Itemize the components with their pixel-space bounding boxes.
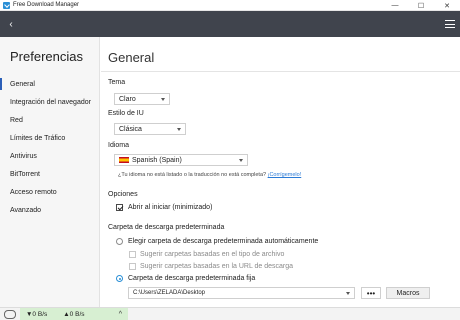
spain-flag-icon (119, 157, 129, 163)
language-label: Idioma (108, 142, 130, 149)
auto-folder-radio[interactable] (116, 238, 123, 245)
close-button[interactable]: ✕ (434, 0, 460, 11)
download-path-value: C:\Users\ZELADA\Desktop (133, 290, 206, 296)
fixed-folder-radio[interactable] (116, 275, 123, 282)
page-title: General (108, 50, 155, 65)
chevron-down-icon (239, 159, 243, 162)
macros-button[interactable]: Macros (386, 287, 430, 299)
sidebar-item-antivirus[interactable]: Antivirus (0, 147, 99, 165)
window-title: Free Download Manager (13, 2, 80, 8)
window-controls: — ☐ ✕ (382, 0, 460, 11)
chevron-up-icon: ^ (118, 311, 122, 318)
language-select[interactable]: Spanish (Spain) (114, 154, 248, 166)
ui-style-label: Estilo de IU (108, 110, 144, 117)
sidebar-item-browser-integration[interactable]: Integración del navegador (0, 93, 99, 111)
suggest-by-url-checkbox[interactable] (129, 263, 136, 270)
preferences-nav: General Integración del navegador Red Lí… (0, 75, 99, 219)
status-bar: ▼0 B/s ▲0 B/s ^ (0, 307, 460, 320)
snail-mode-icon[interactable] (4, 310, 16, 319)
correct-translation-link[interactable]: ¡Corrígemelo! (268, 172, 302, 178)
minimize-button[interactable]: — (382, 0, 408, 11)
app-toolbar: ‹ (0, 11, 460, 37)
title-divider (101, 71, 460, 72)
language-hint: ¿Tu idioma no está listado o la traducci… (118, 172, 301, 178)
download-path-input[interactable]: C:\Users\ZELADA\Desktop (128, 287, 355, 299)
suggest-by-type-checkbox[interactable] (129, 251, 136, 258)
options-label: Opciones (108, 191, 138, 198)
sidebar-item-remote-access[interactable]: Acceso remoto (0, 183, 99, 201)
sidebar-item-bittorrent[interactable]: BitTorrent (0, 165, 99, 183)
ui-style-select[interactable]: Clásica (114, 123, 186, 135)
chevron-down-icon (177, 128, 181, 131)
preferences-sidebar: Preferencias General Integración del nav… (0, 37, 100, 307)
suggest-by-url-label: Sugerir carpetas basadas en la URL de de… (140, 263, 294, 270)
language-hint-text: ¿Tu idioma no está listado o la traducci… (118, 172, 267, 178)
settings-content: General Tema Claro Estilo de IU Clásica … (101, 37, 460, 307)
download-speed: ▼0 B/s (26, 310, 48, 318)
sidebar-title: Preferencias (10, 49, 83, 64)
browse-folder-button[interactable]: ••• (361, 287, 381, 299)
sidebar-item-advanced[interactable]: Avanzado (0, 201, 99, 219)
sidebar-item-network[interactable]: Red (0, 111, 99, 129)
auto-folder-label: Elegir carpeta de descarga predeterminad… (128, 238, 319, 245)
upload-speed: ▲0 B/s (63, 310, 85, 318)
download-folder-label: Carpeta de descarga predeterminada (108, 224, 225, 231)
speed-indicator[interactable]: ▼0 B/s ▲0 B/s ^ (20, 308, 128, 320)
maximize-button[interactable]: ☐ (408, 0, 434, 11)
chevron-down-icon (161, 98, 165, 101)
back-arrow-icon[interactable]: ‹ (4, 17, 18, 31)
window-titlebar: Free Download Manager — ☐ ✕ (0, 0, 460, 11)
start-minimized-checkbox[interactable] (116, 204, 123, 211)
theme-select[interactable]: Claro (114, 93, 170, 105)
hamburger-menu-icon[interactable] (444, 18, 456, 30)
language-select-value: Spanish (Spain) (132, 156, 182, 164)
start-minimized-label: Abrir al iniciar (minimizado) (128, 204, 213, 211)
theme-label: Tema (108, 79, 126, 86)
sidebar-item-general[interactable]: General (0, 75, 99, 93)
app-logo-icon (3, 1, 10, 9)
ui-style-select-value: Clásica (119, 125, 142, 133)
sidebar-item-traffic-limits[interactable]: Límites de Tráfico (0, 129, 99, 147)
suggest-by-type-label: Sugerir carpetas basadas en el tipo de a… (140, 251, 285, 258)
fixed-folder-label: Carpeta de descarga predeterminada fija (128, 275, 256, 282)
chevron-down-icon (346, 292, 350, 295)
theme-select-value: Claro (119, 95, 136, 103)
